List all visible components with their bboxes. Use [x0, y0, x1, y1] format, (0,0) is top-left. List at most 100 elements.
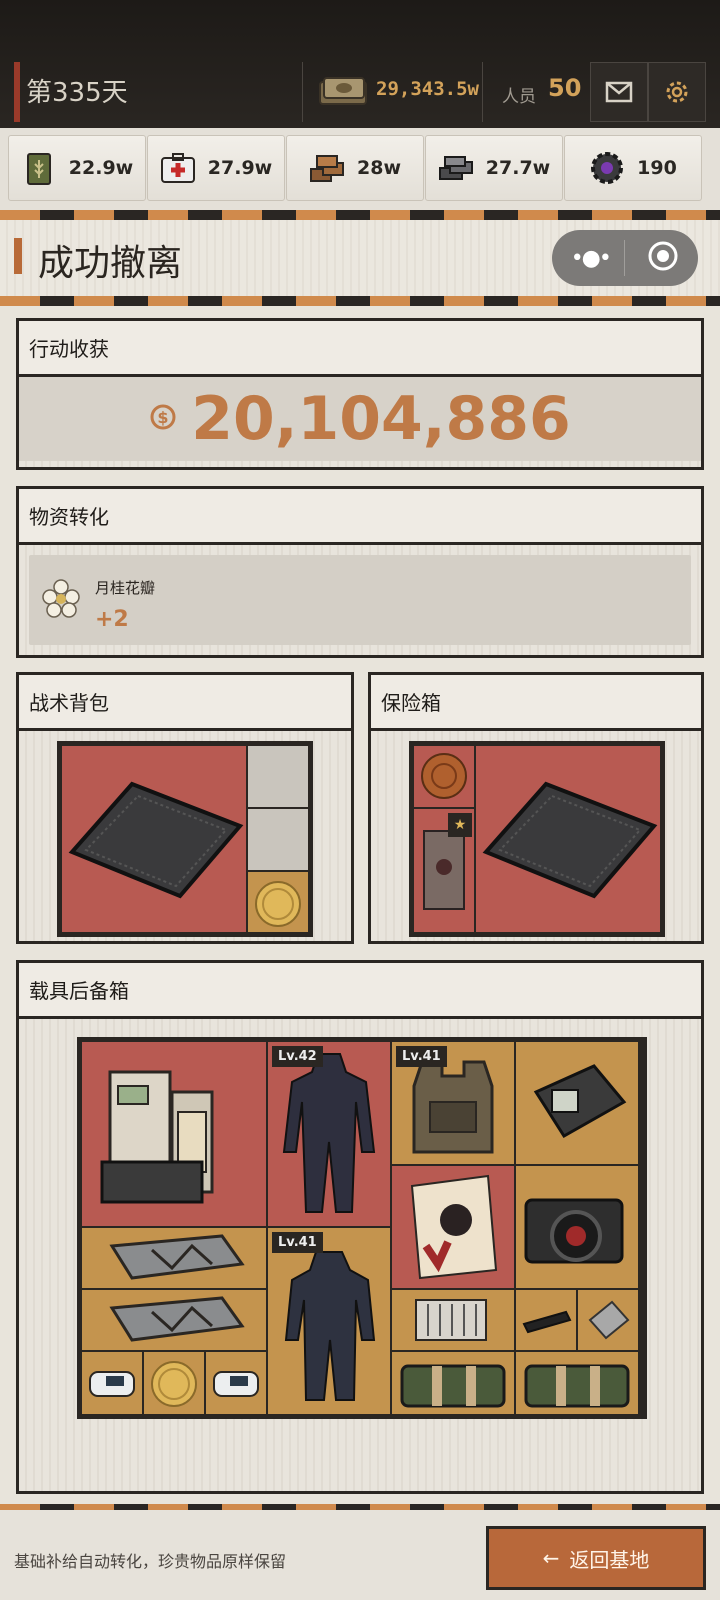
medkit-icon	[160, 150, 196, 186]
level-badge: Lv.41	[396, 1046, 447, 1067]
mooncake-item[interactable]	[413, 745, 475, 808]
conversion-item[interactable]: 月桂花瓣 +2	[29, 555, 691, 645]
page-title: 成功撤离	[38, 243, 183, 284]
day-counter: 第335天	[26, 78, 128, 108]
level-badge: Lv.42	[272, 1046, 323, 1067]
earnings-body: $ 20,104,886	[19, 377, 701, 461]
safebox-panel: 保险箱 ★	[368, 672, 704, 944]
staff-count: 50	[548, 74, 582, 102]
carbon-plate-item[interactable]	[475, 745, 661, 933]
camera-item[interactable]	[515, 1165, 639, 1289]
divider	[482, 62, 483, 122]
svg-text:$: $	[158, 408, 169, 427]
level-badge: Lv.41	[272, 1232, 323, 1253]
battery-pack-item[interactable]	[391, 1289, 515, 1351]
green-crate-icon	[524, 1364, 630, 1408]
pulse-oximeter-icon	[213, 1371, 259, 1397]
carbon-plate-item[interactable]	[61, 745, 247, 933]
backpack-panel: 战术背包	[16, 672, 354, 944]
resource-value: 22.9w	[68, 157, 134, 179]
machine-item[interactable]	[81, 1041, 267, 1227]
resource-parts[interactable]: 190	[564, 135, 702, 201]
ram-stick-icon	[522, 1310, 572, 1334]
ammo-crate-item[interactable]	[81, 1289, 267, 1351]
resource-value: 27.7w	[485, 157, 551, 179]
resource-value: 28w	[357, 157, 401, 179]
oximeter-item[interactable]	[81, 1351, 143, 1415]
empty-slot[interactable]	[247, 745, 309, 808]
osmanthus-flower-icon	[39, 577, 83, 625]
supply-crate-item[interactable]	[391, 1351, 515, 1415]
vehicle-trunk-panel: 载具后备箱 Lv.42 Lv.41 Lv.41	[16, 960, 704, 1494]
star-badge-icon: ★	[448, 813, 472, 837]
battery-pack-icon	[415, 1299, 487, 1341]
conversion-panel: 物资转化 月桂花瓣 +2	[16, 486, 704, 658]
grain-can-icon	[21, 150, 57, 186]
combat-armor-item[interactable]: Lv.41	[267, 1227, 391, 1415]
miniprogram-capsule: •●•	[552, 230, 698, 286]
more-icon[interactable]: •●•	[571, 246, 612, 271]
dollar-coin-icon: $	[149, 403, 177, 435]
hazard-stripe	[0, 296, 720, 306]
cpu-chip-icon	[588, 1300, 630, 1340]
carbon-plate-icon	[482, 781, 658, 899]
steel-icon	[438, 150, 474, 186]
wetsuit-item[interactable]: Lv.42	[267, 1041, 391, 1227]
settings-button[interactable]	[648, 62, 706, 122]
return-base-label: 返回基地	[569, 1547, 650, 1572]
pulse-oximeter-icon	[89, 1371, 135, 1397]
mail-button[interactable]	[590, 62, 648, 122]
resource-steel[interactable]: 27.7w	[425, 135, 563, 201]
arrow-left-icon: ←	[542, 1546, 560, 1570]
title-accent	[14, 238, 22, 274]
wood-icon	[309, 150, 345, 186]
green-crate-icon	[400, 1364, 506, 1408]
armor-suit-icon	[284, 1251, 376, 1401]
backpack-title: 战术背包	[19, 675, 351, 731]
metal-crate-icon	[109, 1234, 245, 1280]
ram-stick-item[interactable]	[515, 1289, 577, 1351]
bodysuit-icon	[282, 1053, 376, 1213]
bloody-banner-item[interactable]	[391, 1165, 515, 1289]
vehicle-trunk-grid: Lv.42 Lv.41 Lv.41	[77, 1037, 647, 1419]
mail-icon	[605, 81, 633, 103]
money-amount: 29,343.5w	[376, 78, 479, 100]
ammo-crate-item[interactable]	[81, 1227, 267, 1289]
conversion-title: 物资转化	[19, 489, 701, 545]
return-base-button[interactable]: ← 返回基地	[486, 1526, 706, 1590]
gold-coin-icon	[151, 1361, 197, 1407]
device-case-item[interactable]	[515, 1041, 639, 1165]
empty-slot[interactable]	[247, 808, 309, 871]
resource-wood[interactable]: 28w	[286, 135, 424, 201]
gold-coin-item[interactable]	[143, 1351, 205, 1415]
camera-icon	[524, 1198, 624, 1264]
banner-icon	[410, 1174, 498, 1280]
gear-icon	[666, 81, 688, 103]
day-accent-bar	[14, 62, 20, 122]
resource-value: 190	[637, 157, 677, 179]
cash-stack-icon	[318, 74, 368, 108]
supply-crate-item[interactable]	[515, 1351, 639, 1415]
vehicle-trunk-title: 载具后备箱	[19, 963, 701, 1019]
document-item[interactable]: ★	[413, 808, 475, 933]
carbon-plate-icon	[68, 781, 244, 899]
resource-medicine[interactable]: 27.9w	[147, 135, 285, 201]
metal-crate-icon	[109, 1296, 245, 1342]
earnings-panel: 行动收获 $ 20,104,886	[16, 318, 704, 470]
hazard-stripe	[0, 210, 720, 220]
close-target-icon[interactable]	[647, 240, 679, 276]
safebox-grid: ★	[409, 741, 665, 937]
footer-tip: 基础补给自动转化，珍贵物品原样保留	[14, 1552, 287, 1571]
earnings-value: 20,104,886	[191, 384, 571, 454]
divider	[302, 62, 303, 122]
armor-vest-item[interactable]: Lv.41	[391, 1041, 515, 1165]
capsule-divider	[624, 240, 625, 276]
backpack-grid	[57, 741, 313, 937]
resource-value: 27.9w	[207, 157, 273, 179]
oximeter-item[interactable]	[205, 1351, 267, 1415]
gold-coin-item[interactable]	[247, 871, 309, 933]
conversion-item-delta: +2	[95, 607, 129, 632]
resource-food[interactable]: 22.9w	[8, 135, 146, 201]
gold-coin-icon	[255, 881, 301, 927]
cpu-chip-item[interactable]	[577, 1289, 639, 1351]
